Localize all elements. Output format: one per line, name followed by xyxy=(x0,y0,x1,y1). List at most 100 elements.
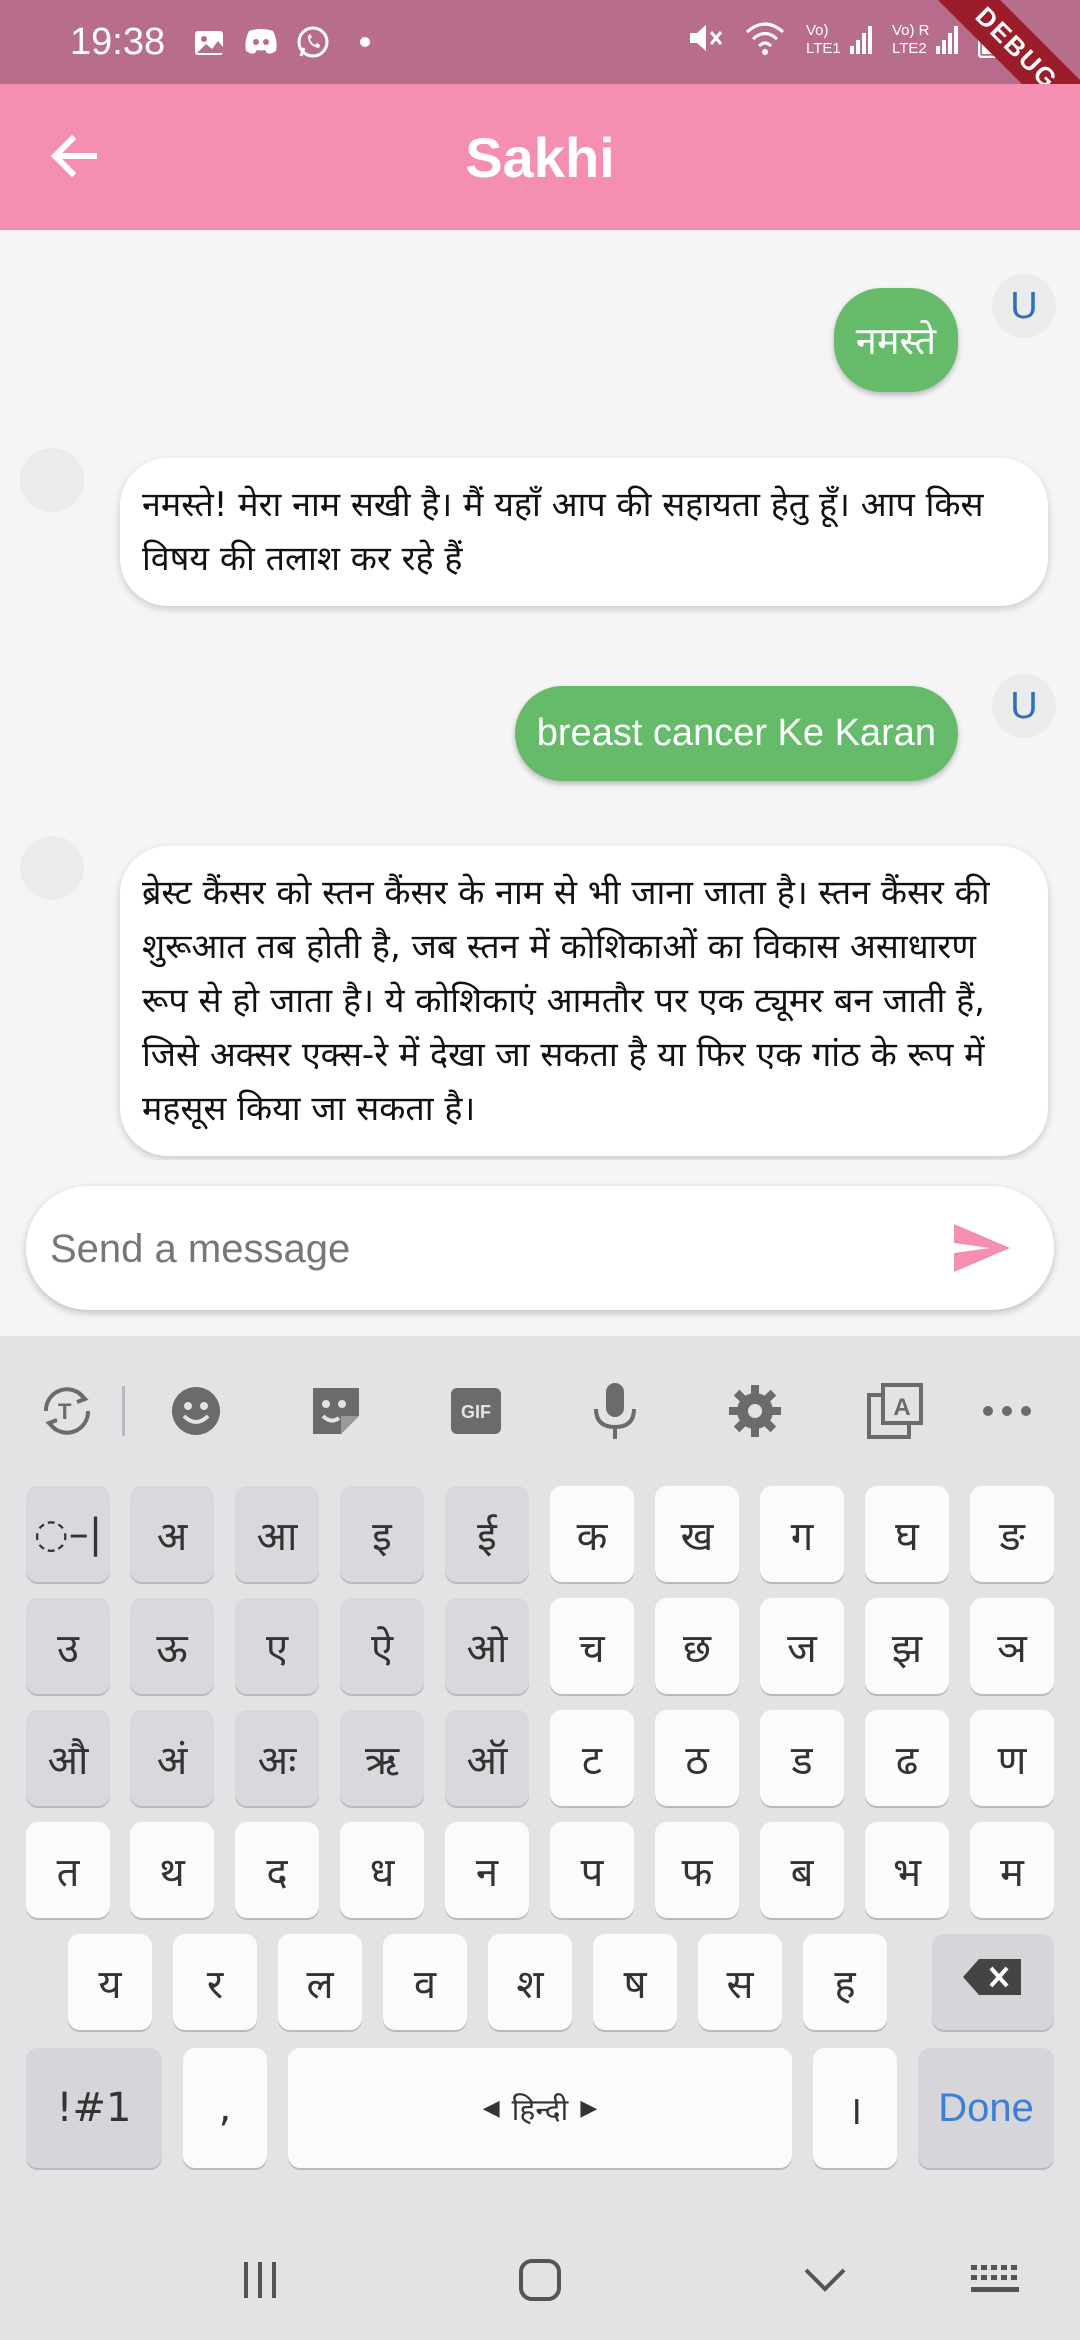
key-sa[interactable]: स xyxy=(698,1934,782,2030)
microphone-icon[interactable] xyxy=(582,1378,648,1444)
key-jha[interactable]: झ xyxy=(865,1598,949,1694)
back-chevron-icon[interactable] xyxy=(795,2252,855,2308)
key-va[interactable]: व xyxy=(383,1934,467,2030)
key-halant[interactable]: ◌–| xyxy=(26,1486,110,1582)
key-pha[interactable]: फ xyxy=(655,1822,739,1918)
status-time: 19:38 xyxy=(70,20,166,63)
gif-label: GIF xyxy=(461,1402,491,1422)
key-ka[interactable]: क xyxy=(550,1486,634,1582)
user-avatar: U xyxy=(992,674,1056,738)
gif-icon[interactable]: GIF xyxy=(443,1378,509,1444)
discord-notification-icon xyxy=(243,24,279,60)
key-uu[interactable]: ऊ xyxy=(130,1598,214,1694)
key-i[interactable]: इ xyxy=(340,1486,424,1582)
key-da[interactable]: द xyxy=(235,1822,319,1918)
key-ja[interactable]: ज xyxy=(760,1598,844,1694)
key-tha[interactable]: थ xyxy=(130,1822,214,1918)
app-bar: Sakhi xyxy=(0,84,1080,230)
key-la[interactable]: ल xyxy=(278,1934,362,2030)
key-ha[interactable]: ह xyxy=(803,1934,887,2030)
key-ddha[interactable]: ढ xyxy=(865,1710,949,1806)
whatsapp-notification-icon xyxy=(295,24,331,60)
translate-icon[interactable]: T xyxy=(34,1378,100,1444)
chat-message-list[interactable]: नमस्ते U नमस्ते! मेरा नाम सखी है। मैं यह… xyxy=(0,230,1080,1160)
key-kha[interactable]: ख xyxy=(655,1486,739,1582)
space-right-arrow-icon: ▶ xyxy=(580,2095,598,2121)
key-ca[interactable]: च xyxy=(550,1598,634,1694)
sticker-icon[interactable] xyxy=(303,1378,369,1444)
key-nya[interactable]: ञ xyxy=(970,1598,1054,1694)
key-ga[interactable]: ग xyxy=(760,1486,844,1582)
key-ta[interactable]: त xyxy=(26,1822,110,1918)
key-ah[interactable]: अः xyxy=(235,1710,319,1806)
key-a[interactable]: अ xyxy=(130,1486,214,1582)
keyboard-toggle-icon[interactable] xyxy=(965,2252,1025,2308)
key-am[interactable]: अं xyxy=(130,1710,214,1806)
home-icon[interactable] xyxy=(510,2252,570,2308)
signal-sim2-icon: Vo) R LTE2 xyxy=(892,18,958,62)
user-avatar: U xyxy=(992,274,1056,338)
key-gha[interactable]: घ xyxy=(865,1486,949,1582)
key-ttha[interactable]: ठ xyxy=(655,1710,739,1806)
key-sha[interactable]: श xyxy=(488,1934,572,2030)
done-key[interactable]: Done xyxy=(918,2048,1054,2168)
more-notifications-dot-icon xyxy=(347,24,383,60)
status-bar: 19:38 Vo) LTE1 Vo) R LTE2 DEBUG xyxy=(0,0,1080,152)
system-navigation-bar xyxy=(0,2220,1080,2340)
svg-text:Vo): Vo) xyxy=(806,22,829,39)
key-au[interactable]: औ xyxy=(26,1710,110,1806)
svg-text:LTE1: LTE1 xyxy=(806,40,841,57)
svg-text:Vo) R: Vo) R xyxy=(892,22,930,39)
status-indicators: Vo) LTE1 Vo) R LTE2 xyxy=(684,18,1001,62)
user-message-bubble: breast cancer Ke Karan xyxy=(514,686,958,781)
user-message-bubble: नमस्ते xyxy=(833,288,958,392)
key-cha[interactable]: छ xyxy=(655,1598,739,1694)
key-tta[interactable]: ट xyxy=(550,1710,634,1806)
page-title: Sakhi xyxy=(465,125,615,189)
key-bha[interactable]: भ xyxy=(865,1822,949,1918)
key-dda[interactable]: ड xyxy=(760,1710,844,1806)
send-icon[interactable] xyxy=(950,1220,1014,1276)
signal-sim1-icon: Vo) LTE1 xyxy=(806,18,872,62)
wifi-icon xyxy=(744,20,786,60)
key-dha[interactable]: ध xyxy=(340,1822,424,1918)
space-left-arrow-icon: ◀ xyxy=(482,2095,500,2121)
bot-message-bubble: नमस्ते! मेरा नाम सखी है। मैं यहाँ आप की … xyxy=(120,458,1048,606)
space-key[interactable]: ◀ हिन्दी ▶ xyxy=(288,2048,792,2168)
key-aa[interactable]: आ xyxy=(235,1486,319,1582)
key-ra[interactable]: र xyxy=(173,1934,257,2030)
recent-apps-icon[interactable] xyxy=(230,2252,290,2308)
key-ai[interactable]: ऐ xyxy=(340,1598,424,1694)
bot-message-bubble: ब्रेस्ट कैंसर को स्तन कैंसर के नाम से भी… xyxy=(120,846,1048,1156)
more-options-icon[interactable] xyxy=(974,1378,1040,1444)
svg-text:LTE2: LTE2 xyxy=(892,40,927,57)
on-screen-keyboard: T GIF A ◌–| अ आ इ ई क ख ग घ ङ उ ऊ ए ऐ ओ … xyxy=(0,1336,1080,2340)
key-ri[interactable]: ऋ xyxy=(340,1710,424,1806)
gallery-notification-icon xyxy=(191,24,227,60)
key-aw[interactable]: ऑ xyxy=(445,1710,529,1806)
key-e[interactable]: ए xyxy=(235,1598,319,1694)
emoji-icon[interactable] xyxy=(163,1378,229,1444)
backspace-icon xyxy=(961,1957,1025,2007)
key-o[interactable]: ओ xyxy=(445,1598,529,1694)
key-na[interactable]: न xyxy=(445,1822,529,1918)
settings-gear-icon[interactable] xyxy=(722,1378,788,1444)
toolbar-divider xyxy=(122,1386,125,1436)
symbols-key[interactable]: !#1 xyxy=(26,2048,162,2168)
key-nga[interactable]: ङ xyxy=(970,1486,1054,1582)
back-arrow-icon[interactable] xyxy=(44,126,104,186)
message-input[interactable] xyxy=(48,1204,912,1294)
danda-key[interactable]: । xyxy=(813,2048,897,2168)
key-ii[interactable]: ई xyxy=(445,1486,529,1582)
key-ma[interactable]: म xyxy=(970,1822,1054,1918)
text-scan-icon[interactable]: A xyxy=(862,1378,928,1444)
key-nna[interactable]: ण xyxy=(970,1710,1054,1806)
key-ya[interactable]: य xyxy=(68,1934,152,2030)
key-ba[interactable]: ब xyxy=(760,1822,844,1918)
backspace-key[interactable] xyxy=(932,1934,1054,2030)
key-u[interactable]: उ xyxy=(26,1598,110,1694)
key-ssa[interactable]: ष xyxy=(593,1934,677,2030)
svg-text:T: T xyxy=(58,1399,72,1424)
key-pa[interactable]: प xyxy=(550,1822,634,1918)
comma-key[interactable]: , xyxy=(183,2048,267,2168)
